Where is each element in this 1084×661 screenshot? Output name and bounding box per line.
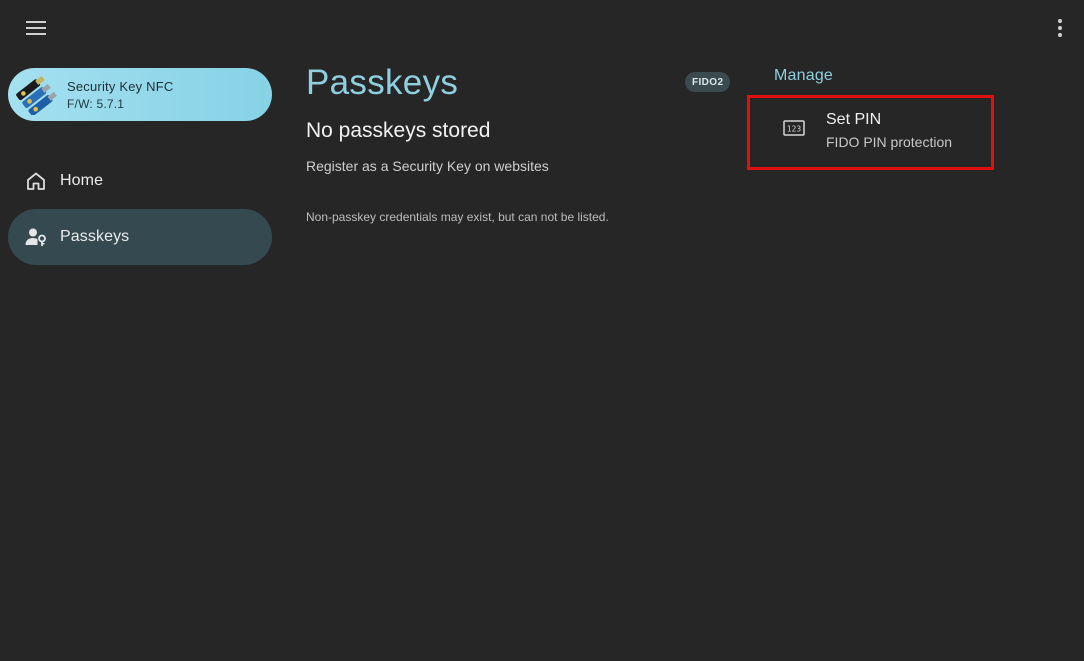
person-key-icon <box>25 226 47 248</box>
device-info: Security Key NFC F/W: 5.7.1 <box>67 79 174 111</box>
more-vert-icon <box>1058 19 1062 37</box>
svg-text:123: 123 <box>787 124 802 133</box>
more-options-button[interactable] <box>1046 11 1074 45</box>
empty-state-title: No passkeys stored <box>306 119 491 142</box>
nav-item-home[interactable]: Home <box>8 153 272 209</box>
device-selector[interactable]: Security Key NFC F/W: 5.7.1 <box>8 68 272 121</box>
set-pin-subtitle: FIDO PIN protection <box>826 134 953 150</box>
security-key-icon <box>16 75 57 115</box>
credentials-note: Non-passkey credentials may exist, but c… <box>306 210 609 224</box>
device-firmware: F/W: 5.7.1 <box>67 96 125 111</box>
hamburger-menu-icon <box>26 21 46 35</box>
page-title: Passkeys <box>306 63 459 102</box>
nav-item-label: Home <box>60 172 104 189</box>
manage-heading: Manage <box>774 67 834 84</box>
app-window: Security Key NFC F/W: 5.7.1 Home Passkey… <box>0 0 1084 661</box>
set-pin-title: Set PIN <box>826 111 882 128</box>
nav-item-passkeys[interactable]: Passkeys <box>8 209 272 265</box>
home-icon <box>25 170 47 192</box>
empty-state-subtitle: Register as a Security Key on websites <box>306 158 549 174</box>
pin-123-icon: 123 <box>783 120 805 136</box>
nav-item-label: Passkeys <box>60 228 130 245</box>
set-pin-action[interactable]: 123 Set PIN FIDO PIN protection <box>750 98 991 167</box>
fido2-badge: FIDO2 <box>685 72 731 92</box>
menu-button[interactable] <box>18 11 54 45</box>
device-name: Security Key NFC <box>67 78 174 94</box>
